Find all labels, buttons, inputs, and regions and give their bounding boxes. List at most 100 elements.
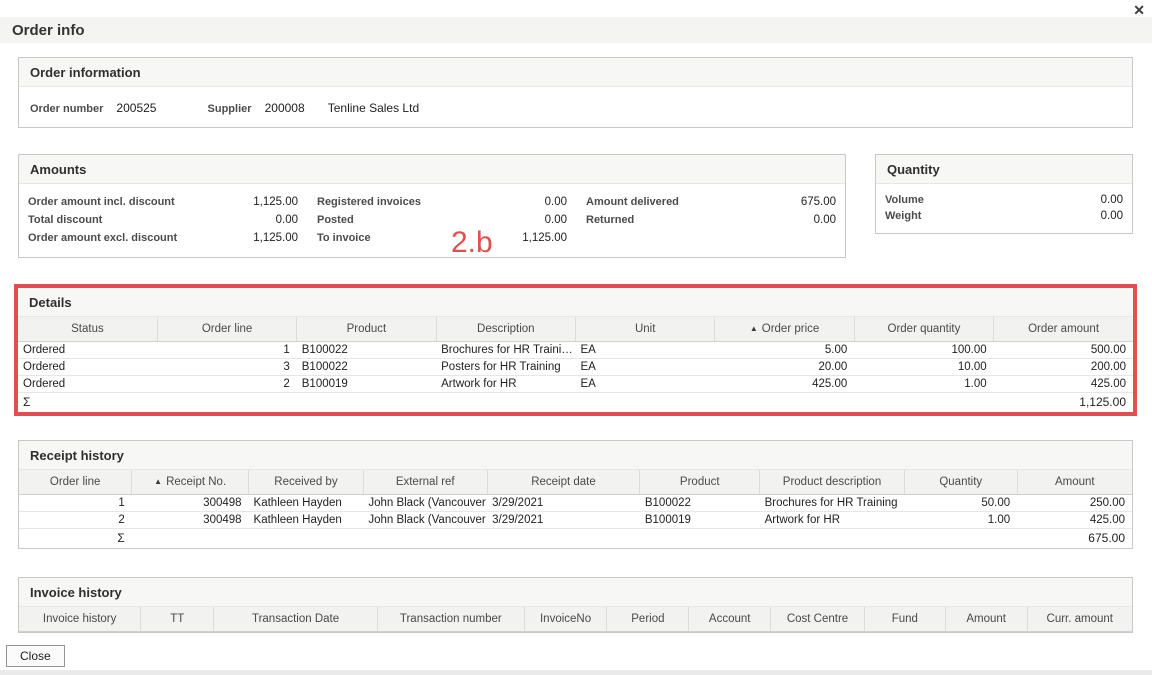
table-cell: 3 <box>157 359 296 376</box>
column-header-order-quantity[interactable]: Order quantity <box>854 317 993 342</box>
column-label: Amount <box>966 613 1006 625</box>
column-label: Product <box>680 476 720 488</box>
dialog-title-bar: Order info <box>0 17 1152 43</box>
sum-cell <box>576 393 715 413</box>
column-header-transaction-date[interactable]: Transaction Date <box>214 607 378 632</box>
column-header-invoice-history[interactable]: Invoice history <box>19 607 141 632</box>
column-header-receipt-date[interactable]: Receipt date <box>487 470 640 495</box>
close-icon: ✕ <box>1133 2 1145 18</box>
amount-field: Amount delivered 675.00 <box>586 193 836 211</box>
sum-cell <box>715 393 854 413</box>
sum-cell: Σ <box>19 529 132 549</box>
table-cell: 300498 <box>132 495 249 512</box>
supplier-name: Tenline Sales Ltd <box>328 101 419 115</box>
column-header-period[interactable]: Period <box>607 607 689 632</box>
column-header-product[interactable]: Product <box>297 317 436 342</box>
column-header-quantity[interactable]: Quantity <box>904 470 1017 495</box>
table-cell: 1.00 <box>904 512 1017 529</box>
column-header-order-price[interactable]: ▲Order price <box>715 317 854 342</box>
column-header-amount[interactable]: Amount <box>945 607 1027 632</box>
column-header-invoiceno[interactable]: InvoiceNo <box>524 607 607 632</box>
table-cell: EA <box>576 342 715 359</box>
column-header-order-amount[interactable]: Order amount <box>994 317 1133 342</box>
column-label: Order line <box>50 476 101 488</box>
column-label: Order price <box>762 323 820 335</box>
column-header-account[interactable]: Account <box>689 607 771 632</box>
amounts-body: Order amount incl. discount 1,125.00 Tot… <box>19 184 845 257</box>
table-cell: B100019 <box>297 376 436 393</box>
column-header-description[interactable]: Description <box>436 317 575 342</box>
table-row[interactable]: Ordered1B100022Brochures for HR Traini…E… <box>18 342 1133 359</box>
table-cell: EA <box>576 359 715 376</box>
table-cell: 5.00 <box>715 342 854 359</box>
column-header-receipt-no[interactable]: ▲ Receipt No. <box>132 470 249 495</box>
table-cell: 425.00 <box>715 376 854 393</box>
column-header-product-description[interactable]: Product description <box>760 470 905 495</box>
receipt-history-title: Receipt history <box>19 441 1132 470</box>
table-cell: Ordered <box>18 342 157 359</box>
column-header-amount[interactable]: Amount <box>1017 470 1132 495</box>
field-label: Returned <box>586 214 634 226</box>
sum-cell <box>157 393 296 413</box>
table-cell: 425.00 <box>1017 512 1132 529</box>
table-cell: Brochures for HR Training <box>760 495 905 512</box>
column-label: Curr. amount <box>1047 613 1113 625</box>
annotation-label: 2.b <box>451 226 493 260</box>
column-label: Amount <box>1055 476 1095 488</box>
column-header-order-line[interactable]: Order line <box>157 317 296 342</box>
table-row[interactable]: Ordered2B100019Artwork for HREA425.001.0… <box>18 376 1133 393</box>
sum-cell <box>760 529 905 549</box>
dialog-close-button[interactable]: ✕ <box>1129 0 1149 21</box>
field-label: To invoice <box>317 232 371 244</box>
field-value: 675.00 <box>801 196 836 208</box>
sum-cell <box>297 393 436 413</box>
column-header-product[interactable]: Product <box>640 470 760 495</box>
field-label: Amount delivered <box>586 196 679 208</box>
amounts-column-2: Registered invoices 0.00 Posted 0.00 To … <box>317 193 567 247</box>
dialog-top-strip: ✕ <box>0 0 1152 17</box>
table-cell: Ordered <box>18 359 157 376</box>
column-header-status[interactable]: Status <box>18 317 157 342</box>
field-value: 1,125.00 <box>253 196 298 208</box>
table-cell: 500.00 <box>994 342 1133 359</box>
table-cell: 2 <box>157 376 296 393</box>
column-header-transaction-number[interactable]: Transaction number <box>377 607 524 632</box>
column-header-curr-amount[interactable]: Curr. amount <box>1027 607 1132 632</box>
column-header-cost-centre[interactable]: Cost Centre <box>771 607 865 632</box>
column-label: Receipt No. <box>166 476 226 488</box>
sort-ascending-icon: ▲ <box>154 477 162 486</box>
field-label: Weight <box>885 210 921 222</box>
table-cell: Ordered <box>18 376 157 393</box>
column-header-received-by[interactable]: Received by <box>249 470 364 495</box>
field-label: Posted <box>317 214 354 226</box>
column-label: Order line <box>202 323 253 335</box>
sum-cell <box>904 529 1017 549</box>
table-cell: Brochures for HR Traini… <box>436 342 575 359</box>
table-cell: B100022 <box>640 495 760 512</box>
column-header-order-line[interactable]: Order line <box>19 470 132 495</box>
column-header-fund[interactable]: Fund <box>864 607 945 632</box>
amount-field: Posted 0.00 <box>317 211 567 229</box>
amounts-column-1: Order amount incl. discount 1,125.00 Tot… <box>28 193 298 247</box>
order-information-title: Order information <box>19 58 1132 87</box>
column-header-unit[interactable]: Unit <box>576 317 715 342</box>
table-row[interactable]: 1300498Kathleen HaydenJohn Black (Vancou… <box>19 495 1132 512</box>
column-header-tt[interactable]: TT <box>141 607 214 632</box>
table-cell: 2 <box>19 512 132 529</box>
table-row[interactable]: Ordered3B100022Posters for HR TrainingEA… <box>18 359 1133 376</box>
quantity-title: Quantity <box>876 155 1132 184</box>
column-label: Product description <box>783 476 881 488</box>
column-label: Cost Centre <box>787 613 848 625</box>
invoice-history-header-row: Invoice historyTTTransaction DateTransac… <box>19 607 1132 632</box>
column-header-external-ref[interactable]: External ref <box>363 470 487 495</box>
field-value: 0.00 <box>1101 210 1123 222</box>
column-label: Received by <box>274 476 337 488</box>
dialog-content: Order information Order number 200525 Su… <box>18 57 1133 633</box>
table-cell: John Black (Vancouver Of… <box>363 495 487 512</box>
table-cell: 250.00 <box>1017 495 1132 512</box>
sum-cell: Σ <box>18 393 157 413</box>
field-label: Order amount incl. discount <box>28 196 175 208</box>
column-label: Fund <box>892 613 918 625</box>
table-row[interactable]: 2300498Kathleen HaydenJohn Black (Vancou… <box>19 512 1132 529</box>
close-button[interactable]: Close <box>6 645 65 667</box>
